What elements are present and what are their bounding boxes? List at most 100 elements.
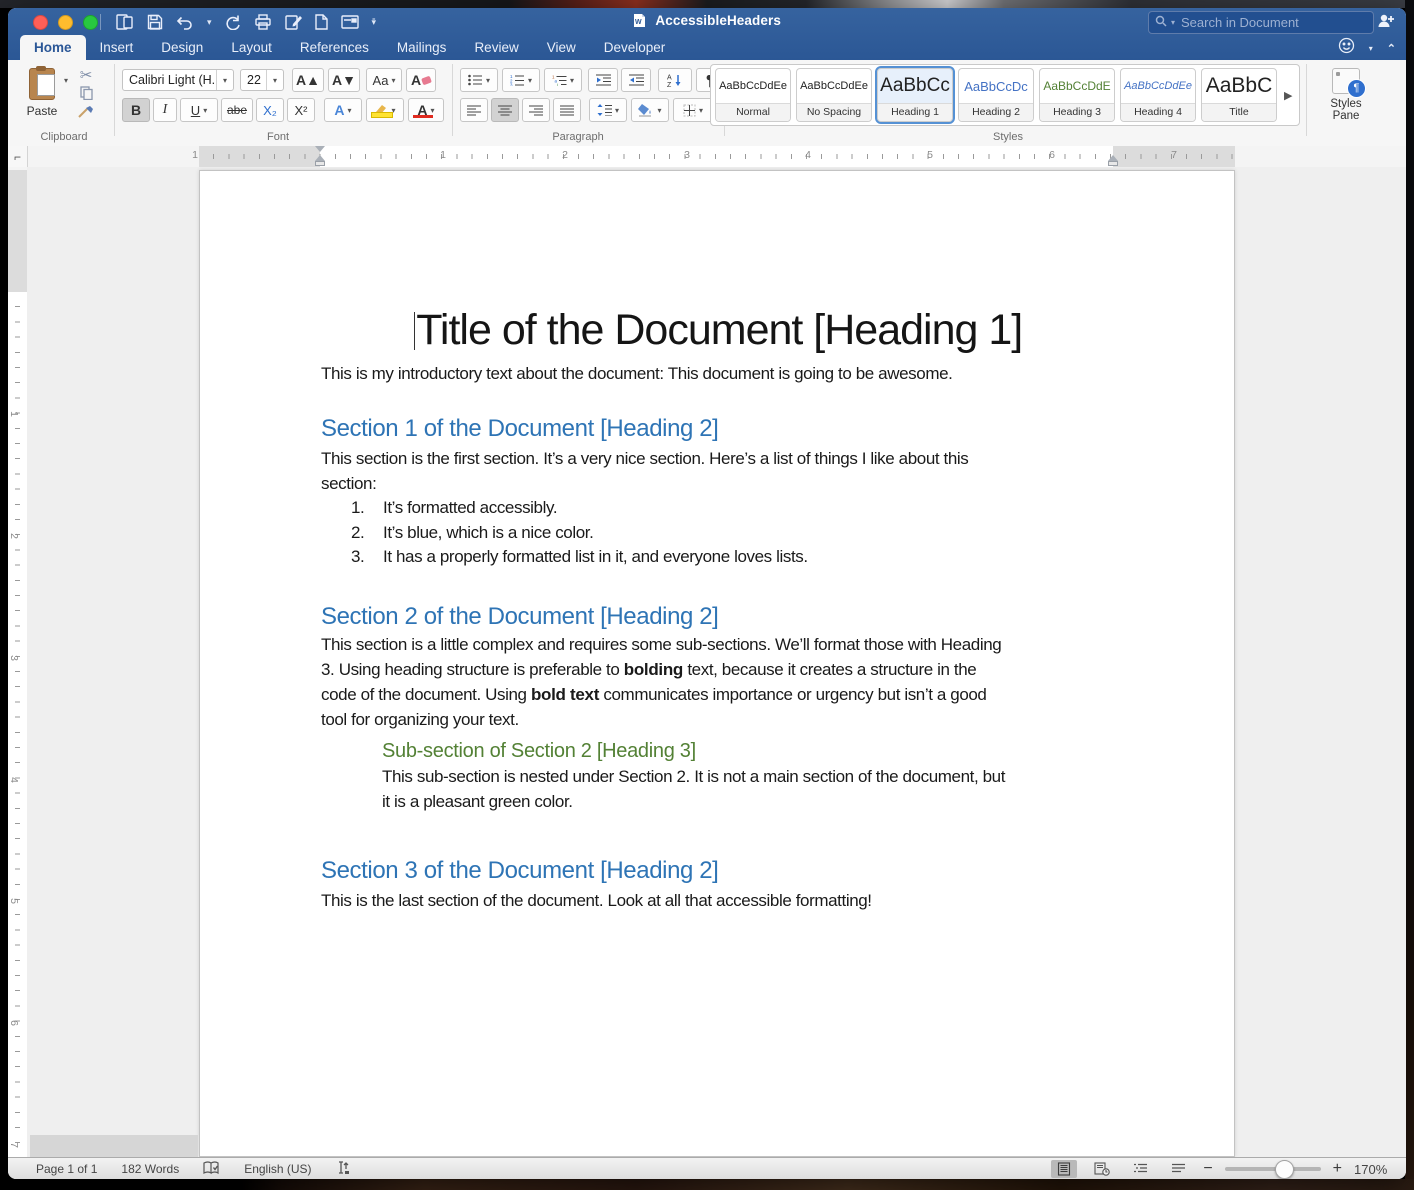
share-button[interactable] [1376, 12, 1396, 35]
align-center-button[interactable] [491, 98, 519, 122]
web-layout-view-button[interactable] [1089, 1160, 1115, 1178]
right-indent-marker[interactable] [1108, 155, 1118, 166]
clipboard-group-label: Clipboard [22, 131, 106, 143]
sort-button[interactable]: AZ [658, 68, 692, 92]
desktop-wallpaper-top [0, 0, 1414, 8]
language-indicator[interactable]: English (US) [244, 1162, 311, 1176]
zoom-slider[interactable] [1225, 1167, 1321, 1171]
draft-view-button[interactable] [1165, 1160, 1191, 1178]
zoom-out-button[interactable]: − [1203, 1160, 1212, 1178]
font-size-select[interactable]: 22 ▾ [240, 69, 284, 91]
font-color-button[interactable]: A▾ [408, 98, 444, 122]
grow-font-button[interactable]: A▲ [292, 68, 324, 92]
font-name-select[interactable]: Calibri Light (H... ▾ [122, 69, 234, 91]
track-changes-icon[interactable] [336, 1160, 351, 1178]
search-box[interactable]: ▾ [1148, 11, 1374, 34]
subscript-button[interactable]: X₂ [256, 98, 284, 122]
paragraph-group-label: Paragraph [508, 131, 648, 143]
zoom-slider-knob[interactable] [1275, 1160, 1294, 1179]
cut-button[interactable]: ✂ [74, 66, 98, 84]
tab-stop-selector[interactable]: ⌐ [8, 146, 28, 167]
first-line-indent-marker[interactable] [315, 146, 325, 152]
feedback-smiley-icon[interactable] [1338, 37, 1355, 59]
style-no-spacing[interactable]: AaBbCcDdEe No Spacing [796, 68, 872, 122]
align-right-button[interactable] [522, 98, 550, 122]
borders-button[interactable]: ▾ [673, 98, 713, 122]
superscript-button[interactable]: X² [287, 98, 315, 122]
italic-glyph: I [163, 102, 168, 118]
ruler-number: 1 [192, 149, 198, 161]
style-heading1-selected[interactable]: AaBbCc Heading 1 [877, 68, 953, 122]
tab-view[interactable]: View [533, 35, 590, 60]
styles-pane-label-1: Styles [1314, 98, 1378, 110]
print-layout-view-button[interactable] [1051, 1160, 1077, 1178]
v-ruler-number: 7 [8, 1142, 20, 1148]
ribbon-right-controls: ▾ ⌃ [1338, 37, 1396, 59]
hanging-indent-marker[interactable] [315, 155, 325, 166]
align-left-button[interactable] [460, 98, 488, 122]
doc-title-line: Title of the Document [Heading 1] [321, 307, 1115, 353]
style-heading2[interactable]: AaBbCcDc Heading 2 [958, 68, 1034, 122]
tab-design[interactable]: Design [147, 35, 217, 60]
decrease-indent-button[interactable] [588, 68, 618, 92]
tab-developer[interactable]: Developer [590, 35, 680, 60]
collapse-ribbon-icon[interactable]: ⌃ [1387, 42, 1396, 55]
line-spacing-caret: ▾ [615, 106, 619, 115]
zoom-percentage[interactable]: 170% [1354, 1162, 1392, 1177]
copy-button[interactable] [74, 86, 98, 104]
numbering-caret: ▾ [528, 76, 532, 85]
shading-button[interactable]: ▾ [631, 98, 669, 122]
paste-dropdown-caret[interactable]: ▾ [64, 76, 68, 85]
ruler-number: 3 [684, 149, 690, 161]
tab-mailings[interactable]: Mailings [383, 35, 461, 60]
document-canvas[interactable]: Title of the Document [Heading 1] This i… [27, 167, 1406, 1157]
numbering-button[interactable]: 123▾ [502, 68, 540, 92]
search-scope-caret[interactable]: ▾ [1171, 18, 1175, 27]
eraser-icon [421, 75, 432, 85]
underline-button[interactable]: U▾ [180, 98, 218, 122]
format-painter-button[interactable] [74, 106, 98, 124]
tab-layout[interactable]: Layout [217, 35, 286, 60]
zoom-in-button[interactable]: + [1333, 1160, 1342, 1178]
shrink-font-button[interactable]: A▼ [328, 68, 360, 92]
tab-home[interactable]: Home [20, 35, 86, 60]
styles-pane-button[interactable]: ¶ Styles Pane [1314, 68, 1378, 122]
word-count[interactable]: 182 Words [121, 1162, 179, 1176]
style-heading3[interactable]: AaBbCcDdE Heading 3 [1039, 68, 1115, 122]
italic-button[interactable]: I [153, 98, 177, 122]
tab-insert[interactable]: Insert [86, 35, 148, 60]
document-title-text: AccessibleHeaders [655, 13, 781, 28]
styles-pane-label-2: Pane [1314, 110, 1378, 122]
subsection-body: This sub-section is nested under Section… [382, 764, 1115, 814]
page-count[interactable]: Page 1 of 1 [36, 1162, 97, 1176]
style-normal[interactable]: AaBbCcDdEe Normal [715, 68, 791, 122]
highlight-button[interactable]: ▾ [366, 98, 404, 122]
outline-view-button[interactable] [1127, 1160, 1153, 1178]
clear-formatting-button[interactable]: A [406, 68, 436, 92]
paste-button[interactable]: Paste [22, 68, 62, 126]
feedback-caret[interactable]: ▾ [1369, 44, 1373, 53]
bullets-button[interactable]: ▾ [460, 68, 498, 92]
spellcheck-icon[interactable] [203, 1161, 220, 1178]
document-page[interactable]: Title of the Document [Heading 1] This i… [199, 170, 1235, 1157]
multilevel-list-button[interactable]: 1ai▾ [544, 68, 582, 92]
increase-indent-button[interactable] [621, 68, 651, 92]
styles-pane-icon: ¶ [1332, 68, 1360, 94]
tab-references[interactable]: References [286, 35, 383, 60]
style-heading4[interactable]: AaBbCcDdEe Heading 4 [1120, 68, 1196, 122]
tab-review[interactable]: Review [460, 35, 532, 60]
style-title[interactable]: AaBbC Title [1201, 68, 1277, 122]
ruler-number: 2 [562, 149, 568, 161]
justify-button[interactable] [553, 98, 581, 122]
gallery-more-arrow[interactable]: ▶ [1284, 89, 1292, 102]
search-input[interactable] [1179, 14, 1367, 31]
vertical-ruler[interactable]: 1 2 3 4 5 6 7 [8, 167, 28, 1157]
horizontal-ruler[interactable]: 1 1 2 3 4 5 6 7 ⌐ [8, 146, 1406, 168]
line-spacing-button[interactable]: ▾ [589, 98, 627, 122]
desktop-wallpaper-right [1405, 0, 1414, 1190]
bold-button[interactable]: B [122, 98, 150, 122]
change-case-button[interactable]: Aa▾ [366, 68, 402, 92]
strikethrough-button[interactable]: abe [221, 98, 253, 122]
style-preview: AaBbCcDdEe [1121, 69, 1195, 103]
text-effects-button[interactable]: A▾ [324, 98, 362, 122]
